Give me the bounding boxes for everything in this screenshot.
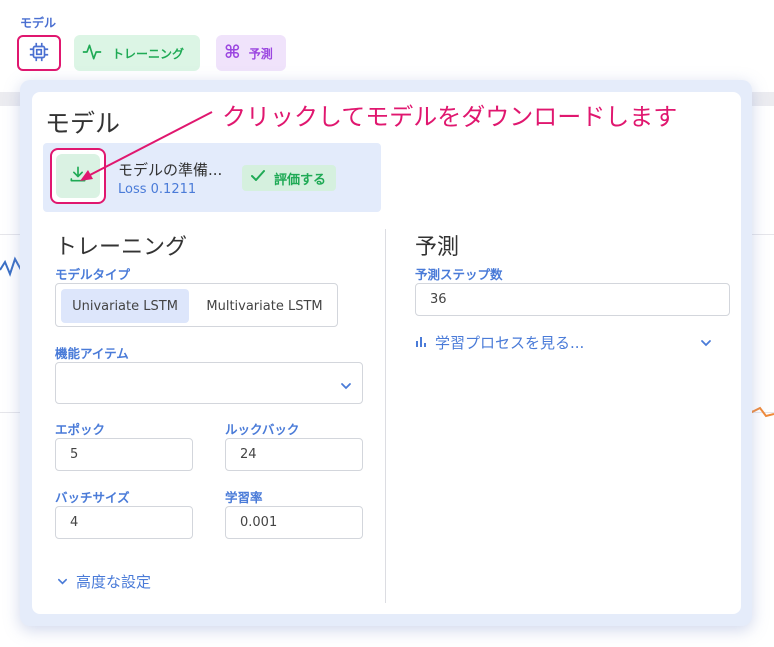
learning-rate-input[interactable]: 0.001 [225, 506, 363, 539]
section-divider [385, 229, 386, 603]
batch-size-input[interactable]: 4 [55, 506, 193, 539]
chevron-down-icon [57, 573, 68, 591]
batch-size-label: バッチサイズ [55, 490, 130, 505]
epochs-input[interactable]: 5 [55, 438, 193, 471]
model-type-segmented-control: Univariate LSTM Multivariate LSTM [55, 283, 338, 327]
model-type-label: モデルタイプ [55, 267, 131, 282]
model-type-univariate[interactable]: Univariate LSTM [61, 289, 189, 323]
chevron-down-icon [340, 377, 352, 396]
bar-chart-icon [415, 334, 427, 352]
features-label: 機能アイテム [55, 346, 129, 361]
advanced-settings-toggle[interactable]: 高度な設定 [57, 571, 151, 592]
prediction-section-title: 予測 [415, 235, 460, 260]
learning-process-label: 学習プロセスを見る... [435, 334, 585, 352]
learning-rate-label: 学習率 [225, 490, 263, 505]
prediction-steps-label: 予測ステップ数 [415, 267, 503, 282]
prediction-steps-input[interactable]: 36 [415, 283, 730, 316]
learning-process-toggle[interactable]: 学習プロセスを見る... [415, 332, 584, 353]
lookback-label: ルックバック [225, 422, 300, 437]
lookback-input[interactable]: 24 [225, 438, 363, 471]
model-type-multivariate[interactable]: Multivariate LSTM [195, 289, 334, 323]
advanced-settings-label: 高度な設定 [76, 573, 152, 591]
features-select[interactable] [55, 362, 363, 404]
epochs-label: エポック [55, 422, 106, 437]
training-section-title: トレーニング [55, 235, 188, 260]
chevron-down-icon [700, 334, 712, 353]
